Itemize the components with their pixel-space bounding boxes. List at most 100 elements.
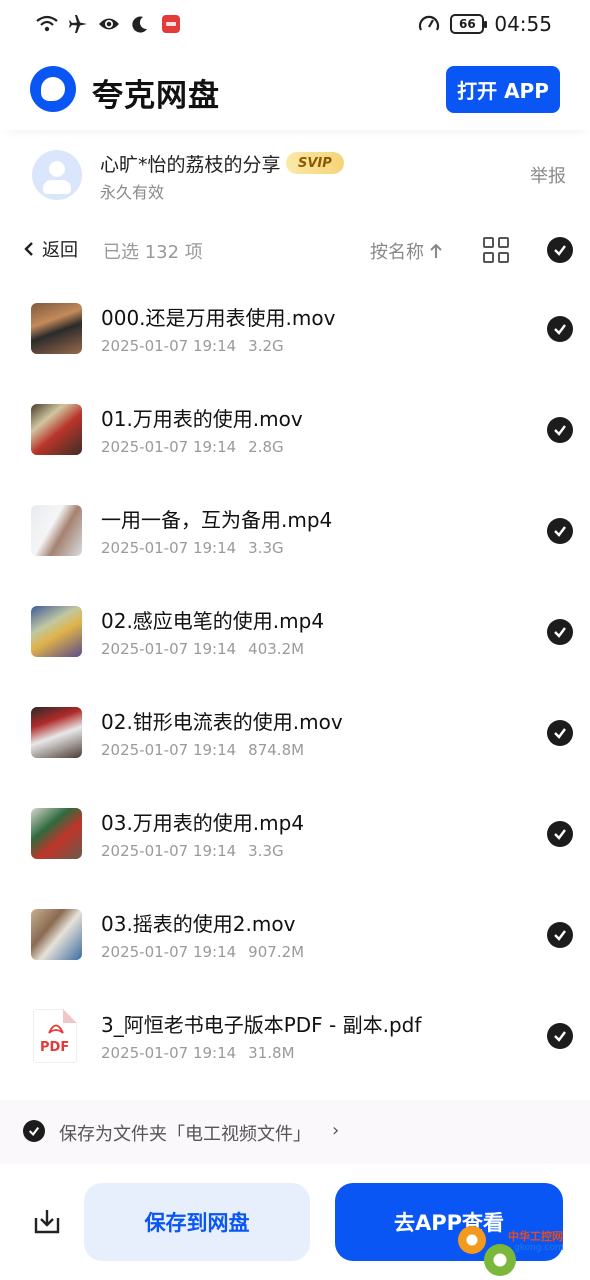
file-checkbox[interactable] bbox=[547, 417, 573, 443]
checkmark-icon bbox=[554, 728, 566, 739]
file-row[interactable]: 02.感应电笔的使用.mp4 2025-01-07 19:14 403.2M bbox=[0, 583, 590, 684]
avatar[interactable] bbox=[32, 150, 82, 200]
chevron-right-icon: › bbox=[332, 1120, 340, 1141]
file-date: 2025-01-07 19:14 bbox=[101, 438, 237, 456]
file-row[interactable]: 03.万用表的使用.mp4 2025-01-07 19:14 3.3G bbox=[0, 785, 590, 886]
checkmark-icon bbox=[554, 425, 566, 436]
checkmark-icon bbox=[554, 829, 566, 840]
arrow-up-icon bbox=[430, 243, 442, 258]
file-size: 31.8M bbox=[248, 1044, 295, 1062]
file-date: 2025-01-07 19:14 bbox=[101, 741, 237, 759]
pdf-label: PDF bbox=[40, 1040, 70, 1055]
checkmark-icon bbox=[554, 526, 566, 537]
app-header: 夸克网盘 打开 APP bbox=[0, 52, 590, 130]
sort-label: 按名称 bbox=[370, 242, 424, 263]
checkmark-icon bbox=[554, 930, 566, 941]
file-meta: 2025-01-07 19:14 2.8G bbox=[101, 438, 284, 456]
report-link[interactable]: 举报 bbox=[530, 162, 566, 188]
status-time: 04:55 bbox=[494, 12, 552, 36]
file-checkbox[interactable] bbox=[547, 922, 573, 948]
file-name: 000.还是万用表使用.mov bbox=[101, 306, 336, 330]
selected-count: 已选 132 项 bbox=[103, 242, 203, 263]
video-thumbnail bbox=[31, 404, 82, 455]
back-label: 返回 bbox=[42, 240, 78, 261]
checkmark-icon bbox=[554, 1031, 566, 1042]
sharer-info: 心旷*怡的荔枝的分享 SVIP 永久有效 举报 bbox=[0, 146, 590, 206]
file-size: 907.2M bbox=[248, 943, 305, 961]
file-checkbox[interactable] bbox=[547, 316, 573, 342]
moon-icon bbox=[129, 13, 151, 35]
file-meta: 2025-01-07 19:14 3.3G bbox=[101, 842, 284, 860]
file-meta: 2025-01-07 19:14 403.2M bbox=[101, 640, 304, 658]
sharer-name: 心旷*怡的荔枝的分享 bbox=[100, 154, 281, 176]
open-app-button[interactable]: 打开 APP bbox=[446, 66, 560, 113]
video-thumbnail bbox=[31, 606, 82, 657]
file-meta: 2025-01-07 19:14 31.8M bbox=[101, 1044, 295, 1062]
file-date: 2025-01-07 19:14 bbox=[101, 539, 237, 557]
save-to-drive-button[interactable]: 保存到网盘 bbox=[84, 1183, 310, 1261]
file-size: 3.3G bbox=[248, 539, 284, 557]
save-folder-checkbox[interactable] bbox=[23, 1120, 45, 1142]
battery-icon: 66 bbox=[450, 14, 488, 34]
file-list: 000.还是万用表使用.mov 2025-01-07 19:14 3.2G 01.… bbox=[0, 280, 590, 1088]
file-size: 3.2G bbox=[248, 337, 284, 355]
file-row[interactable]: 01.万用表的使用.mov 2025-01-07 19:14 2.8G bbox=[0, 381, 590, 482]
file-date: 2025-01-07 19:14 bbox=[101, 842, 237, 860]
gear-icon bbox=[484, 1244, 516, 1276]
file-date: 2025-01-07 19:14 bbox=[101, 943, 237, 961]
quark-logo-icon bbox=[30, 66, 76, 112]
file-name: 02.钳形电流表的使用.mov bbox=[101, 710, 343, 734]
save-as-folder-option[interactable]: 保存为文件夹「电工视频文件」 › bbox=[0, 1100, 590, 1164]
file-name: 01.万用表的使用.mov bbox=[101, 407, 303, 431]
watermark-sub: gkong.com bbox=[514, 1243, 564, 1253]
save-folder-text: 保存为文件夹「电工视频文件」 bbox=[59, 1124, 311, 1145]
svip-badge: SVIP bbox=[286, 152, 344, 174]
video-thumbnail bbox=[31, 505, 82, 556]
file-checkbox[interactable] bbox=[547, 720, 573, 746]
download-icon[interactable] bbox=[32, 1206, 62, 1236]
file-name: 02.感应电笔的使用.mp4 bbox=[101, 609, 325, 633]
pdf-file-icon: PDF bbox=[33, 1009, 77, 1063]
app-notification-icon bbox=[160, 13, 182, 35]
file-name: 一用一备，互为备用.mp4 bbox=[101, 508, 333, 532]
sort-button[interactable]: 按名称 bbox=[370, 238, 442, 264]
chevron-left-icon bbox=[24, 242, 33, 256]
acrobat-icon bbox=[48, 1024, 64, 1034]
file-row[interactable]: PDF 3_阿恒老书电子版本PDF - 副本.pdf 2025-01-07 19… bbox=[0, 987, 590, 1088]
airplane-icon bbox=[67, 13, 89, 35]
file-meta: 2025-01-07 19:14 3.2G bbox=[101, 337, 284, 355]
battery-level: 66 bbox=[459, 17, 476, 31]
file-checkbox[interactable] bbox=[547, 821, 573, 847]
file-checkbox[interactable] bbox=[547, 518, 573, 544]
list-toolbar: 返回 已选 132 项 按名称 bbox=[0, 228, 590, 272]
file-row[interactable]: 000.还是万用表使用.mov 2025-01-07 19:14 3.2G bbox=[0, 280, 590, 381]
avatar-head-shape bbox=[49, 161, 65, 177]
file-checkbox[interactable] bbox=[547, 1023, 573, 1049]
file-date: 2025-01-07 19:14 bbox=[101, 640, 237, 658]
video-thumbnail bbox=[31, 707, 82, 758]
grid-view-icon[interactable] bbox=[483, 237, 510, 264]
file-size: 3.3G bbox=[248, 842, 284, 860]
file-meta: 2025-01-07 19:14 3.3G bbox=[101, 539, 284, 557]
eye-icon bbox=[98, 13, 120, 35]
watermark: 中华工控网 gkong.com bbox=[458, 1226, 588, 1278]
checkmark-icon bbox=[554, 245, 566, 256]
avatar-body-shape bbox=[43, 180, 71, 194]
status-icons-right: 66 04:55 bbox=[418, 12, 552, 36]
file-row[interactable]: 一用一备，互为备用.mp4 2025-01-07 19:14 3.3G bbox=[0, 482, 590, 583]
page: 66 04:55 夸克网盘 打开 APP 心旷*怡的荔枝的分享 SVIP 永久有… bbox=[0, 0, 590, 1280]
file-row[interactable]: 03.摇表的使用2.mov 2025-01-07 19:14 907.2M bbox=[0, 886, 590, 987]
select-all-checkbox[interactable] bbox=[547, 237, 573, 263]
file-name: 03.万用表的使用.mp4 bbox=[101, 811, 305, 835]
share-validity: 永久有效 bbox=[100, 183, 165, 202]
back-button[interactable]: 返回 bbox=[24, 236, 78, 262]
file-checkbox[interactable] bbox=[547, 619, 573, 645]
file-meta: 2025-01-07 19:14 907.2M bbox=[101, 943, 304, 961]
file-name: 03.摇表的使用2.mov bbox=[101, 912, 296, 936]
speed-icon bbox=[418, 13, 440, 35]
app-name: 夸克网盘 bbox=[92, 78, 220, 114]
file-name: 3_阿恒老书电子版本PDF - 副本.pdf bbox=[101, 1013, 422, 1037]
video-thumbnail bbox=[31, 808, 82, 859]
file-size: 874.8M bbox=[248, 741, 305, 759]
file-row[interactable]: 02.钳形电流表的使用.mov 2025-01-07 19:14 874.8M bbox=[0, 684, 590, 785]
